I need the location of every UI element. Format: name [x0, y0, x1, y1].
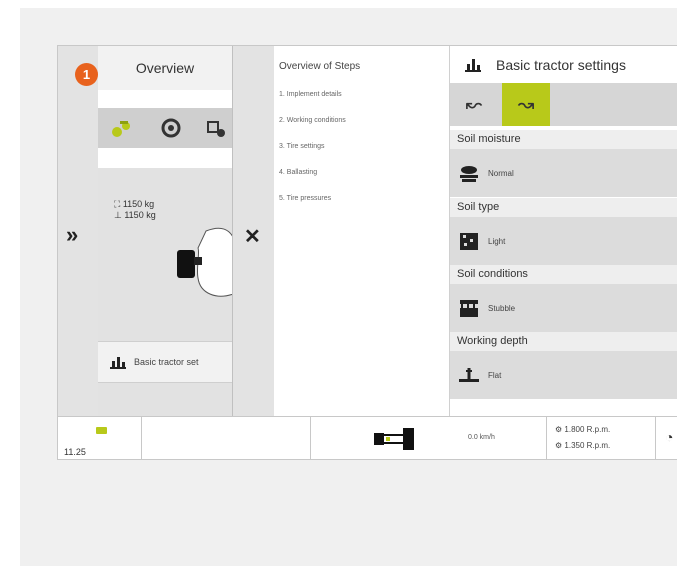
back-button[interactable]: ↜: [450, 83, 498, 126]
settings-chart-icon: [465, 58, 481, 72]
soil-type-label: Soil type: [450, 198, 677, 217]
status-divider: [655, 417, 656, 459]
soil-conditions-value: Stubble: [488, 303, 516, 313]
soil-moisture-label: Soil moisture: [450, 130, 677, 149]
expand-chevron-icon[interactable]: »: [66, 222, 78, 248]
status-bar: 11.25 0.0 km/h ⚙ 1.800 R.p.m. ⚙ 1.350 R.…: [58, 416, 677, 459]
status-divider: [310, 417, 311, 459]
rear-weight: ⊥ 1150 kg: [114, 210, 156, 220]
terminal-screen: » Overview ⛶ 1150 kg ⊥ 1150 kg Basic tra…: [57, 45, 677, 460]
close-icon[interactable]: ✕: [244, 224, 261, 249]
step-item[interactable]: 4. Ballasting: [279, 169, 317, 176]
steps-title: Overview of Steps: [279, 61, 361, 72]
soil-conditions-selector[interactable]: Stubble: [450, 284, 677, 332]
tab-overview[interactable]: Overview: [98, 46, 232, 90]
basic-tractor-settings-button[interactable]: Basic tractor set: [98, 341, 232, 383]
working-depth-value: Flat: [488, 370, 502, 380]
steps-panel: Overview of Steps 1. Implement details 2…: [274, 46, 449, 416]
soil-type-selector[interactable]: Light: [450, 217, 677, 265]
step-item[interactable]: 5. Tire pressures: [279, 195, 331, 202]
stubble-icon: [460, 300, 478, 317]
front-weight: ⛶ 1150 kg: [114, 199, 155, 209]
step-item[interactable]: 3. Tire settings: [279, 143, 325, 150]
ballast-icon[interactable]: [206, 117, 228, 139]
engine-rpm: ⚙ 1.800 R.p.m.: [555, 425, 611, 434]
working-depth-label: Working depth: [450, 332, 677, 351]
status-divider: [141, 417, 142, 459]
soil-type-value: Light: [488, 236, 506, 246]
soil-moisture-selector[interactable]: Normal: [450, 149, 677, 197]
tractor-illustration: [177, 227, 232, 297]
tire-icon[interactable]: [160, 117, 182, 139]
soil-moisture-icon: [460, 166, 478, 182]
front-weight-value: 1150 kg: [122, 199, 155, 209]
fuel-icon: [96, 427, 107, 434]
working-depth-selector[interactable]: Flat: [450, 351, 677, 399]
tractor-topview-icon[interactable]: [372, 425, 416, 453]
tractor-settings-icon[interactable]: [110, 117, 132, 139]
soil-conditions-label: Soil conditions: [450, 265, 677, 284]
gauge-icon[interactable]: ◔: [665, 429, 673, 445]
axle-weights: ⛶ 1150 kg ⊥ 1150 kg: [114, 199, 156, 221]
forward-arrow-icon: ↝: [517, 94, 535, 116]
settings-title: Basic tractor settings: [496, 56, 626, 73]
status-divider: [546, 417, 547, 459]
rpm2-value: 1.350 R.p.m.: [564, 441, 611, 450]
rear-weight-value: 1150 kg: [124, 210, 156, 220]
navigation-row: ↜ ↝: [450, 83, 677, 126]
soil-type-icon: [460, 233, 478, 250]
settings-header: Basic tractor settings: [450, 46, 677, 83]
back-arrow-icon: ↜: [465, 94, 483, 116]
step-item[interactable]: 2. Working conditions: [279, 117, 346, 124]
tab-overview-label: Overview: [135, 60, 195, 76]
settings-chart-icon: [110, 357, 126, 369]
rpm1-value: 1.800 R.p.m.: [564, 425, 611, 434]
ground-speed: 0.0 km/h: [468, 434, 495, 441]
settings-panel: Basic tractor settings ↜ ↝ Soil moisture…: [449, 46, 677, 416]
forward-button[interactable]: ↝: [502, 83, 550, 126]
step-badge: 1: [75, 63, 98, 86]
soil-moisture-value: Normal: [488, 168, 514, 178]
pto-rpm: ⚙ 1.350 R.p.m.: [555, 441, 611, 450]
basic-button-label: Basic tractor set: [134, 357, 199, 367]
working-depth-icon: [459, 368, 479, 382]
clock-time: 11.25: [64, 447, 86, 457]
step-item[interactable]: 1. Implement details: [279, 91, 342, 98]
overview-icon-bar: [98, 108, 232, 148]
